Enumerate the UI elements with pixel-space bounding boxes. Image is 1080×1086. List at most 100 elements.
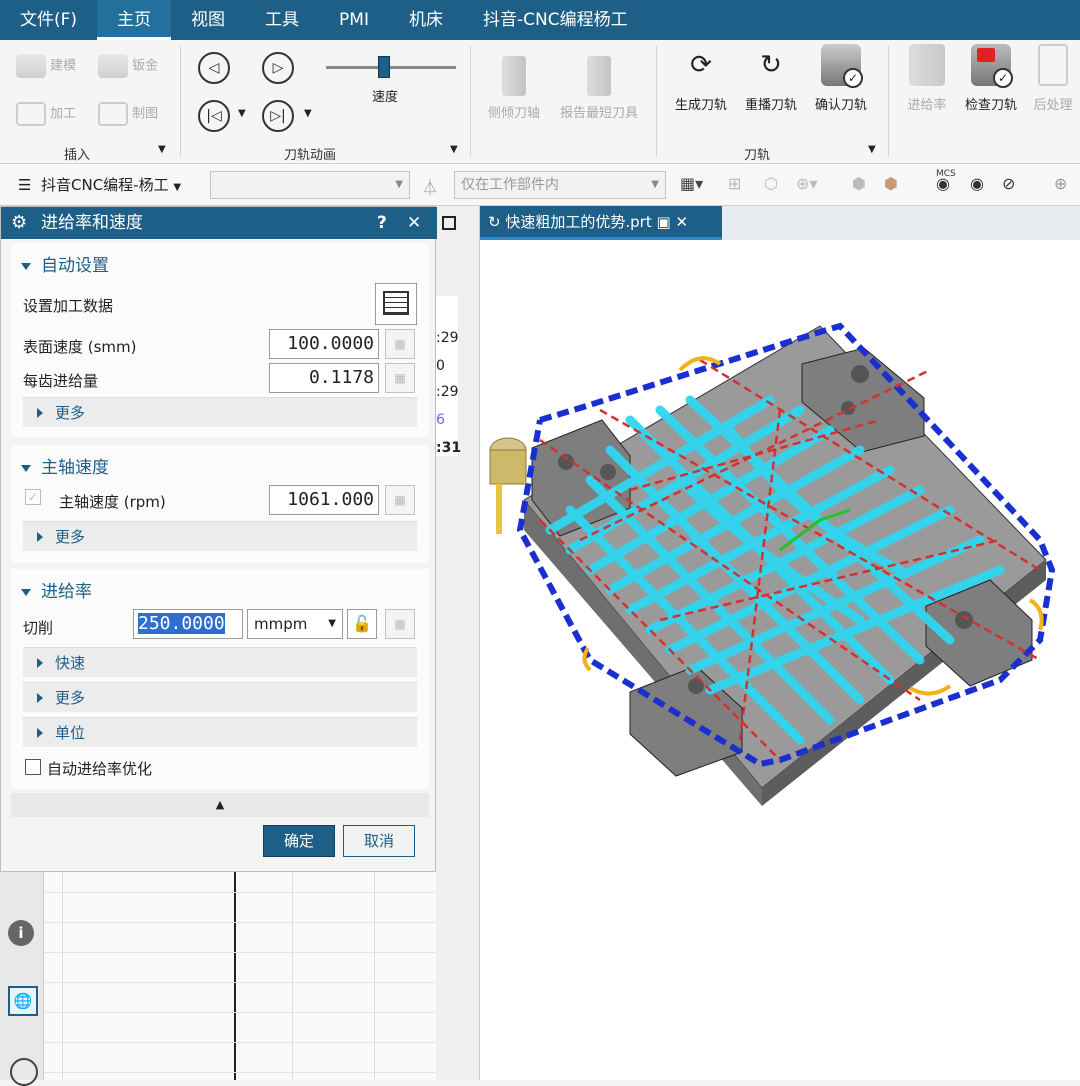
auto-more-expander[interactable]: 更多 (23, 397, 417, 427)
manufacturing-button[interactable]: 加工 (16, 102, 92, 126)
cut-label: 切削 (23, 619, 54, 637)
mcs-display-icon[interactable]: MCS ◉ (936, 170, 956, 192)
generate-toolpath-button[interactable]: ⟳ 生成刀轨 (668, 44, 734, 113)
globe-icon[interactable]: 🌐 (8, 986, 38, 1016)
toolpath-group-label: 刀轨 (744, 148, 771, 163)
set-data-label: 设置加工数据 (23, 297, 114, 315)
feed-unit-select[interactable]: mmpm ▼ (247, 609, 343, 639)
calculator-icon[interactable]: ▦ (385, 609, 415, 639)
cube-icon[interactable]: ⬢ (852, 174, 866, 193)
animation-group-dropdown-icon[interactable]: ▼ (450, 144, 458, 155)
surface-speed-input[interactable]: 100.0000 (269, 329, 379, 359)
filter-icon[interactable]: ⏃ (422, 174, 438, 198)
menu-home[interactable]: 主页 (97, 0, 172, 40)
menu-tools[interactable]: 工具 (245, 0, 319, 40)
speed-slider-thumb[interactable] (378, 56, 390, 78)
set-data-button[interactable] (375, 283, 417, 325)
type-filter-combo[interactable]: ▼ (210, 171, 410, 199)
cutting-tool-body (489, 449, 527, 485)
spindle-more-expander[interactable]: 更多 (23, 521, 417, 551)
document-tab[interactable]: ↻ 快速粗加工的优势.prt ▣ ✕ (480, 206, 722, 240)
modeling-button[interactable]: 建模 (16, 54, 92, 78)
tilt-tool-axis-button[interactable]: 侧倾刀轴 (482, 56, 546, 121)
spindle-checkbox[interactable]: ✓ (25, 489, 41, 505)
resource-bar: i 🌐 (0, 872, 44, 1086)
rewind-button[interactable]: |◁ (198, 100, 230, 132)
time-cell: 0 (436, 358, 445, 374)
cancel-button[interactable]: 取消 (343, 825, 415, 857)
collapse-icon (21, 464, 31, 472)
feeds-speeds-dialog: ⚙ 进给率和速度 ? ✕ 自动设置 设置加工数据 表面速度 (smm) 100.… (0, 206, 437, 872)
feed-rate-button[interactable]: 进给率 (898, 44, 956, 113)
manufacturing-icon (16, 102, 46, 126)
collapse-dialog-button[interactable]: ▲ (11, 793, 429, 817)
point-on-face-icon[interactable]: ⊕▾ (796, 174, 817, 193)
snap-point-icon[interactable]: ⬡ (764, 174, 778, 193)
step-forward-button[interactable]: ▷ (262, 52, 294, 84)
auto-feed-optimize-checkbox[interactable] (25, 759, 41, 775)
selection-toolbar: ☰ 抖音CNC编程-杨工 ▼ ▼ ⏃ 仅在工作部件内 ▼ ▦▾ ⊞ ⬡ ⊕▾ ⬢… (0, 164, 1080, 206)
lock-icon[interactable]: 🔓 (347, 609, 377, 639)
snap-icon[interactable]: ⊞ (728, 174, 741, 193)
calculator-icon[interactable]: ▦ (385, 363, 415, 393)
modeling-icon (16, 54, 46, 78)
menu-view[interactable]: 视图 (171, 0, 245, 40)
grid-line (292, 872, 293, 1080)
postprocess-button[interactable]: 后处理 (1026, 44, 1080, 113)
step-back-button[interactable]: ◁ (198, 52, 230, 84)
cube-color-icon[interactable]: ⬢ (884, 174, 898, 193)
speed-label: 速度 (372, 90, 399, 105)
spindle-header[interactable]: 主轴速度 (21, 453, 109, 478)
spindle-speed-input[interactable]: 1061.000 (269, 485, 379, 515)
menu-file[interactable]: 文件(F) (0, 0, 97, 40)
menu-machine[interactable]: 机床 (389, 0, 463, 40)
menu-dropdown[interactable]: ☰ 抖音CNC编程-杨工 ▼ (18, 174, 181, 195)
feed-rate-header[interactable]: 进给率 (21, 577, 92, 602)
hide-eye-icon[interactable]: ⊘ (1002, 174, 1015, 193)
help-icon[interactable]: ? (377, 207, 387, 239)
feed-more-expander[interactable]: 更多 (23, 682, 417, 712)
insert-group-dropdown-icon[interactable]: ▼ (158, 144, 166, 155)
speed-slider-track[interactable] (326, 66, 456, 69)
report-shortest-tool-button[interactable]: 报告最短刀具 (552, 56, 646, 121)
chevron-down-icon: ▼ (173, 182, 182, 193)
time-cell: :31 (436, 440, 462, 456)
chevron-down-icon: ▼ (328, 618, 336, 629)
replay-toolpath-button[interactable]: ↻ 重播刀轨 (738, 44, 804, 113)
sheetmetal-button[interactable]: 钣金 (98, 54, 174, 78)
close-icon[interactable]: ✕ (407, 207, 421, 239)
auto-settings-header[interactable]: 自动设置 (21, 251, 109, 276)
dialog-titlebar[interactable]: ⚙ 进给率和速度 ? ✕ (1, 207, 437, 239)
drafting-button[interactable]: 制图 (98, 102, 174, 126)
verify-toolpath-icon: ✓ (821, 44, 863, 88)
fast-forward-dropdown-icon[interactable]: ▼ (304, 108, 312, 119)
cut-feed-input[interactable]: 250.0000 (133, 609, 243, 639)
units-expander[interactable]: 单位 (23, 717, 417, 747)
maximize-icon[interactable] (442, 216, 456, 230)
crosshair-icon[interactable]: ⊕ (1054, 174, 1067, 193)
info-icon[interactable]: i (8, 920, 34, 946)
shortest-tool-icon (587, 56, 611, 96)
calculator-icon[interactable]: ▦ (385, 485, 415, 515)
rapid-expander[interactable]: 快速 (23, 647, 417, 677)
verify-toolpath-button[interactable]: ✓ 确认刀轨 (808, 44, 874, 113)
menu-pmi[interactable]: PMI (319, 0, 389, 40)
check-toolpath-button[interactable]: ✓ 检查刀轨 (958, 44, 1024, 113)
hole (851, 365, 869, 383)
ok-button[interactable]: 确定 (263, 825, 335, 857)
toolpath-group-dropdown-icon[interactable]: ▼ (868, 144, 876, 155)
grid-line (44, 922, 436, 923)
rewind-dropdown-icon[interactable]: ▼ (238, 108, 246, 119)
graphics-viewport[interactable] (480, 240, 1080, 1080)
time-cell: :29 (436, 330, 459, 346)
menu-custom[interactable]: 抖音-CNC编程杨工 (463, 0, 648, 40)
show-eye-icon[interactable]: ◉ (970, 174, 984, 193)
history-icon[interactable] (10, 1058, 38, 1086)
check-toolpath-icon: ✓ (971, 44, 1013, 88)
close-tab-icon[interactable]: ✕ (675, 213, 688, 231)
fast-forward-button[interactable]: ▷| (262, 100, 294, 132)
scope-combo[interactable]: 仅在工作部件内 ▼ (454, 171, 666, 199)
calculator-icon[interactable]: ▦ (385, 329, 415, 359)
feed-per-tooth-input[interactable]: 0.1178 (269, 363, 379, 393)
selection-settings-icon[interactable]: ▦▾ (680, 174, 703, 193)
